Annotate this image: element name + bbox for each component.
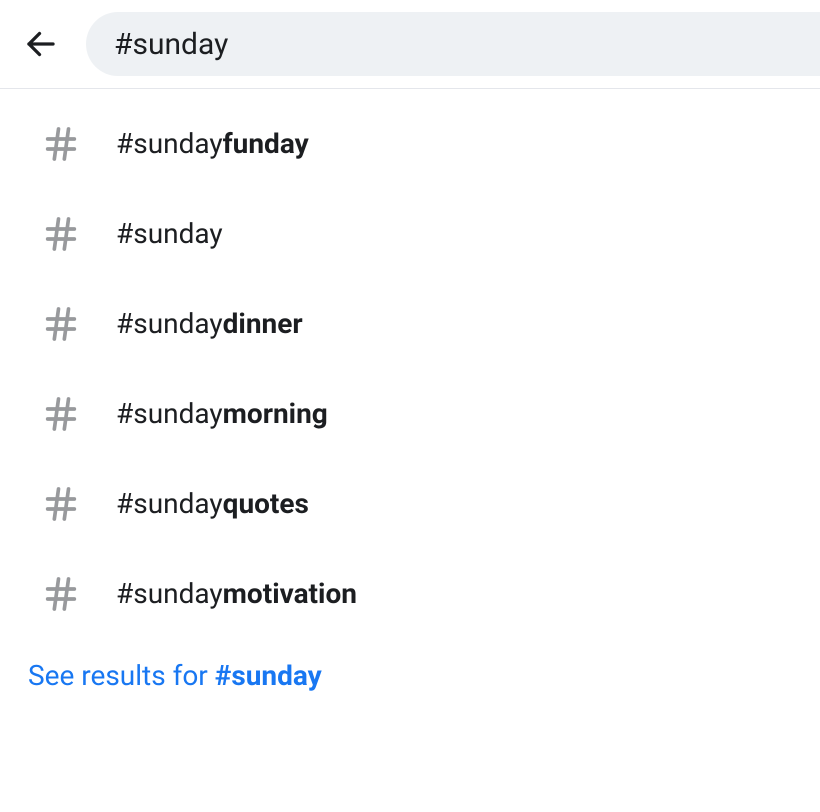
- see-results-query: #sunday: [215, 659, 322, 692]
- suggestion-suffix: funday: [223, 127, 309, 160]
- search-input[interactable]: [114, 27, 792, 62]
- suggestion-prefix: #sunday: [116, 487, 223, 520]
- suggestion-item[interactable]: #sundaydinner: [0, 279, 820, 369]
- suggestion-text: #sundayfunday: [116, 127, 309, 161]
- search-field-wrap[interactable]: [86, 12, 820, 76]
- suggestion-prefix: #sunday: [116, 217, 223, 250]
- search-header: [0, 0, 820, 89]
- back-arrow-icon: [23, 26, 59, 62]
- suggestion-text: #sundayquotes: [116, 487, 309, 521]
- hashtag-icon: [40, 303, 82, 345]
- suggestion-text: #sundaymorning: [116, 397, 328, 431]
- see-results-label: See results for: [28, 659, 215, 692]
- suggestion-text: #sunday: [116, 217, 223, 251]
- suggestion-item[interactable]: #sunday: [0, 189, 820, 279]
- suggestion-list: #sundayfunday#sunday#sundaydinner#sunday…: [0, 89, 820, 639]
- suggestion-prefix: #sunday: [116, 397, 223, 430]
- hashtag-icon: [40, 213, 82, 255]
- hashtag-icon: [40, 483, 82, 525]
- see-results-link[interactable]: See results for #sunday: [0, 639, 820, 700]
- back-button[interactable]: [20, 23, 62, 65]
- suggestion-prefix: #sunday: [116, 577, 223, 610]
- suggestion-suffix: dinner: [223, 307, 303, 340]
- suggestion-prefix: #sunday: [116, 127, 223, 160]
- hashtag-icon: [40, 393, 82, 435]
- hashtag-icon: [40, 573, 82, 615]
- suggestion-suffix: morning: [223, 397, 328, 430]
- suggestion-suffix: motivation: [223, 577, 357, 610]
- suggestion-suffix: quotes: [223, 487, 309, 520]
- suggestion-text: #sundaymotivation: [116, 577, 357, 611]
- suggestion-prefix: #sunday: [116, 307, 223, 340]
- suggestion-item[interactable]: #sundaymotivation: [0, 549, 820, 639]
- suggestion-item[interactable]: #sundaymorning: [0, 369, 820, 459]
- suggestion-item[interactable]: #sundayfunday: [0, 99, 820, 189]
- hashtag-icon: [40, 123, 82, 165]
- suggestion-item[interactable]: #sundayquotes: [0, 459, 820, 549]
- suggestion-text: #sundaydinner: [116, 307, 303, 341]
